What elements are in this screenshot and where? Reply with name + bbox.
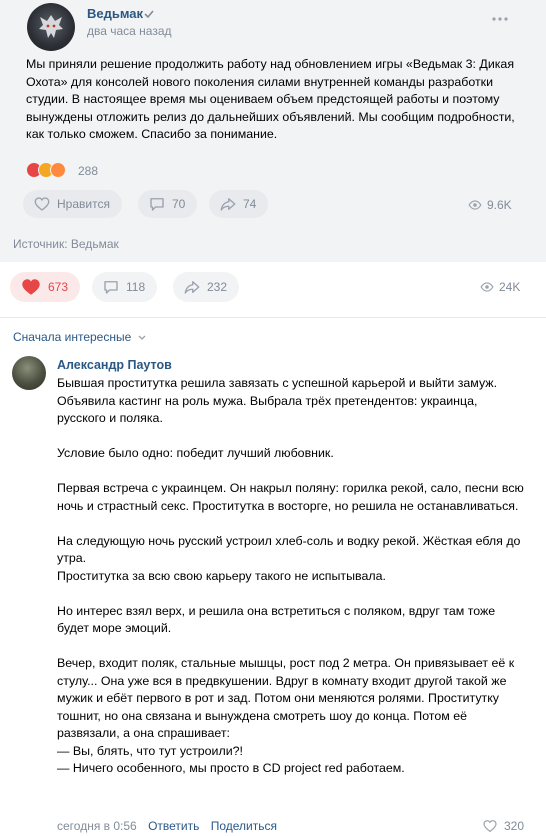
views-counter: 9.6K xyxy=(468,198,512,212)
post-text: Мы приняли решение продолжить работу над… xyxy=(26,57,515,141)
heart-icon xyxy=(34,197,50,211)
wolf-logo-icon xyxy=(39,15,63,38)
comment-like-button[interactable]: 320 xyxy=(482,818,524,834)
reactions-count: 288 xyxy=(78,164,99,178)
more-icon[interactable] xyxy=(491,16,509,22)
like-label: Нравится xyxy=(57,197,110,211)
comment-count: 70 xyxy=(172,197,186,211)
share-button[interactable]: 74 xyxy=(209,190,269,218)
views-count: 9.6K xyxy=(487,198,512,212)
comment-paragraph: Но интерес взял верх, и решила она встре… xyxy=(57,603,496,636)
chevron-down-icon xyxy=(138,335,146,340)
comment-time[interactable]: сегодня в 0:56 xyxy=(57,819,137,833)
comments-sort-dropdown[interactable]: Сначала интересные xyxy=(13,330,146,344)
comment-paragraph: Первая встреча с украинцем. Он накрыл по… xyxy=(57,481,524,513)
post-comment-button[interactable]: 118 xyxy=(92,272,158,302)
comment-text: Бывшая проститутка решила завязать с усп… xyxy=(57,375,527,778)
comment-paragraph: Условие было одно: победит лучший любовн… xyxy=(57,446,334,460)
eye-icon xyxy=(468,200,482,210)
comment-footer: сегодня в 0:56 Ответить Поделиться xyxy=(57,819,285,833)
divider xyxy=(0,317,546,318)
post-like-button[interactable]: 673 xyxy=(10,272,81,302)
source-label[interactable]: Источник: Ведьмак xyxy=(13,237,119,251)
author-avatar[interactable] xyxy=(27,3,75,51)
comment-paragraph: На следующую ночь русский устроил хлеб-с… xyxy=(57,533,521,583)
comment-paragraph: Вечер, входит поляк, стальные мышцы, рос… xyxy=(57,656,515,775)
comment-icon xyxy=(150,198,164,211)
comment-button[interactable]: 70 xyxy=(138,190,198,218)
reply-link[interactable]: Ответить xyxy=(148,819,199,833)
verified-icon xyxy=(144,10,154,19)
heart-filled-icon xyxy=(22,279,40,295)
eye-icon xyxy=(480,282,494,292)
share-link[interactable]: Поделиться xyxy=(211,819,277,833)
commenter-name[interactable]: Александр Паутов xyxy=(57,358,172,372)
comment-paragraph: Бывшая проститутка решила завязать с усп… xyxy=(57,376,498,425)
repost-card: Ведьмак два часа назад Мы приняли решени… xyxy=(0,0,546,262)
like-button[interactable]: Нравится xyxy=(23,190,122,218)
author-name[interactable]: Ведьмак xyxy=(87,6,143,21)
share-count: 74 xyxy=(243,197,257,211)
post-like-count: 673 xyxy=(48,280,69,294)
post-share-count: 232 xyxy=(207,280,228,294)
post-views-count: 24K xyxy=(499,280,521,294)
comment-icon xyxy=(104,281,118,294)
post-time[interactable]: два часа назад xyxy=(87,24,172,38)
wow-reaction-icon xyxy=(50,162,66,178)
post-comment-count: 118 xyxy=(126,280,146,294)
share-icon xyxy=(184,281,200,294)
post-share-button[interactable]: 232 xyxy=(173,272,240,302)
heart-icon xyxy=(483,820,497,833)
comment-like-count: 320 xyxy=(504,819,525,833)
sort-label: Сначала интересные xyxy=(13,330,132,344)
post-views-counter: 24K xyxy=(480,280,520,294)
share-icon xyxy=(220,198,236,211)
commenter-avatar[interactable] xyxy=(12,356,46,390)
